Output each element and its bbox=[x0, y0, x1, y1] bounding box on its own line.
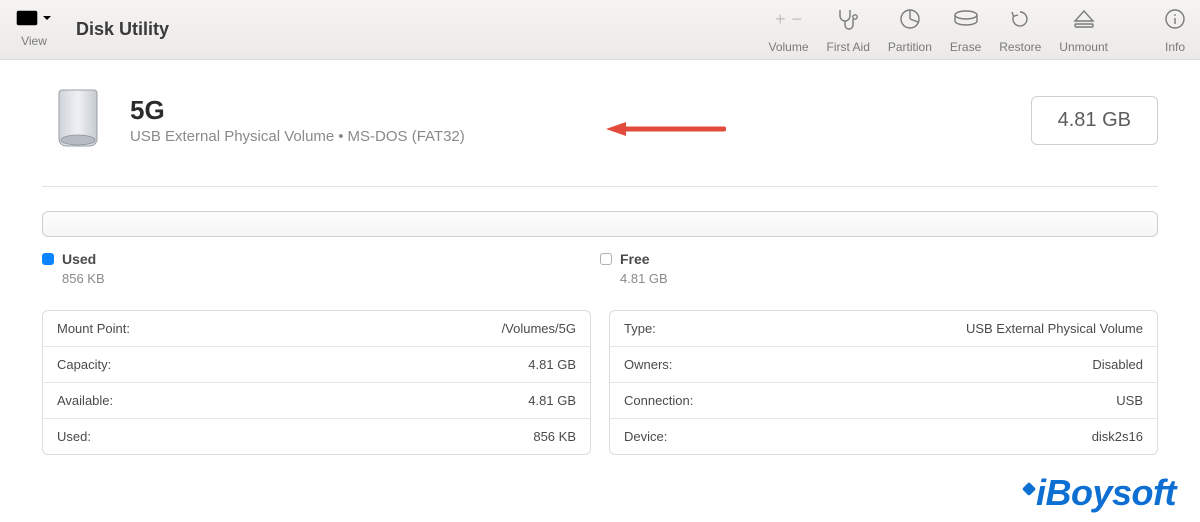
used-swatch-icon bbox=[42, 253, 54, 265]
toolbar-restore[interactable]: Restore bbox=[999, 8, 1041, 54]
toolbar-item-label: Unmount bbox=[1059, 40, 1108, 54]
disk-icon bbox=[42, 84, 114, 156]
toolbar-partition[interactable]: Partition bbox=[888, 8, 932, 54]
toolbar-unmount[interactable]: Unmount bbox=[1059, 8, 1108, 54]
divider bbox=[42, 186, 1158, 187]
usage-bar bbox=[42, 211, 1158, 237]
toolbar-item-label: Erase bbox=[950, 40, 981, 54]
table-row: Device: disk2s16 bbox=[610, 418, 1157, 454]
disk-subtitle-left: USB External Physical Volume bbox=[130, 128, 334, 145]
toolbar-right: +− Volume First Aid Partition Erase bbox=[769, 8, 1189, 54]
sidebar-toggle-icon[interactable] bbox=[12, 8, 56, 28]
disk-header: 5G USB External Physical Volume • MS-DOS… bbox=[42, 84, 1158, 156]
detail-key: Used: bbox=[57, 429, 91, 444]
capacity-badge: 4.81 GB bbox=[1031, 96, 1158, 145]
legend-label: Used bbox=[62, 251, 96, 267]
free-swatch-icon bbox=[600, 253, 612, 265]
toolbar-item-label: Partition bbox=[888, 40, 932, 54]
restore-icon bbox=[1007, 8, 1033, 30]
detail-tables: Mount Point: /Volumes/5G Capacity: 4.81 GB… bbox=[42, 310, 1158, 455]
table-row: Used: 856 KB bbox=[43, 418, 590, 454]
annotation-arrow-icon bbox=[606, 120, 726, 138]
disk-meta: 5G USB External Physical Volume • MS-DOS… bbox=[130, 95, 465, 145]
table-row: Mount Point: /Volumes/5G bbox=[43, 311, 590, 346]
app-title: Disk Utility bbox=[76, 19, 169, 40]
detail-key: Mount Point: bbox=[57, 321, 130, 336]
detail-value: USB External Physical Volume bbox=[966, 321, 1143, 336]
toolbar-erase[interactable]: Erase bbox=[950, 8, 981, 54]
detail-table-left: Mount Point: /Volumes/5G Capacity: 4.81 GB… bbox=[42, 310, 591, 455]
table-row: Capacity: 4.81 GB bbox=[43, 346, 590, 382]
toolbar-volume: +− Volume bbox=[769, 8, 809, 54]
watermark-dot-icon bbox=[1022, 482, 1036, 496]
detail-key: Device: bbox=[624, 429, 667, 444]
table-row: Available: 4.81 GB bbox=[43, 382, 590, 418]
legend-free: Free bbox=[600, 251, 1158, 267]
detail-key: Owners: bbox=[624, 357, 672, 372]
content: 5G USB External Physical Volume • MS-DOS… bbox=[0, 60, 1200, 455]
toolbar: View Disk Utility +− Volume First Aid Pa… bbox=[0, 0, 1200, 60]
toolbar-item-label: Volume bbox=[769, 40, 809, 54]
view-menu[interactable]: View bbox=[12, 8, 56, 48]
table-row: Connection: USB bbox=[610, 382, 1157, 418]
detail-value: 4.81 GB bbox=[528, 357, 576, 372]
chevron-down-icon bbox=[42, 13, 52, 23]
info-icon bbox=[1162, 8, 1188, 30]
toolbar-item-label: First Aid bbox=[827, 40, 870, 54]
toolbar-first-aid[interactable]: First Aid bbox=[827, 8, 870, 54]
detail-key: Capacity: bbox=[57, 357, 111, 372]
toolbar-item-label: Info bbox=[1165, 40, 1185, 54]
usage-legend: Used 856 KB Free 4.81 GB bbox=[42, 251, 1158, 286]
toolbar-item-label: Restore bbox=[999, 40, 1041, 54]
pie-icon bbox=[897, 8, 923, 30]
detail-value: USB bbox=[1116, 393, 1143, 408]
toolbar-left: View Disk Utility bbox=[12, 8, 169, 48]
watermark-text: iBoysoft bbox=[1036, 472, 1176, 514]
legend-value: 856 KB bbox=[62, 271, 600, 286]
eject-icon bbox=[1071, 8, 1097, 30]
detail-key: Available: bbox=[57, 393, 113, 408]
detail-value: 856 KB bbox=[533, 429, 576, 444]
detail-value: /Volumes/5G bbox=[502, 321, 576, 336]
detail-value: Disabled bbox=[1092, 357, 1143, 372]
stethoscope-icon bbox=[835, 8, 861, 30]
toolbar-info[interactable]: Info bbox=[1162, 8, 1188, 54]
legend-used: Used bbox=[42, 251, 600, 267]
detail-value: 4.81 GB bbox=[528, 393, 576, 408]
detail-key: Connection: bbox=[624, 393, 693, 408]
table-row: Type: USB External Physical Volume bbox=[610, 311, 1157, 346]
disk-subtitle: USB External Physical Volume • MS-DOS (F… bbox=[130, 128, 465, 145]
detail-value: disk2s16 bbox=[1092, 429, 1143, 444]
watermark: iBoysoft bbox=[1024, 472, 1176, 514]
legend-value: 4.81 GB bbox=[620, 271, 1158, 286]
erase-icon bbox=[953, 8, 979, 30]
disk-subtitle-separator: • bbox=[338, 128, 343, 145]
legend-label: Free bbox=[620, 251, 650, 267]
plus-minus-icon: +− bbox=[776, 8, 802, 30]
disk-subtitle-right: MS-DOS (FAT32) bbox=[348, 128, 465, 145]
table-row: Owners: Disabled bbox=[610, 346, 1157, 382]
detail-table-right: Type: USB External Physical Volume Owners… bbox=[609, 310, 1158, 455]
detail-key: Type: bbox=[624, 321, 656, 336]
disk-name: 5G bbox=[130, 95, 465, 126]
view-label: View bbox=[21, 34, 47, 48]
